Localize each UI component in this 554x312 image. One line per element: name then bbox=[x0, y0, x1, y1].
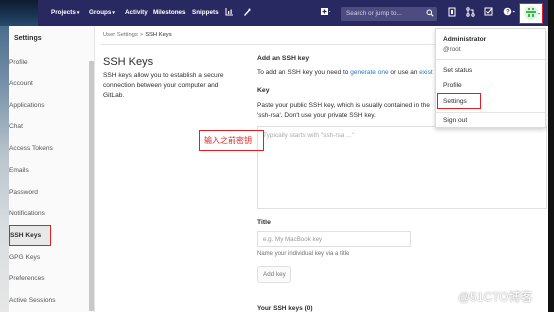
help-icon[interactable]: ? bbox=[503, 7, 516, 20]
menu-item-set-status[interactable]: Set status bbox=[443, 67, 472, 74]
sidebar-item-account[interactable]: Account bbox=[9, 73, 89, 94]
wrench-icon[interactable] bbox=[243, 7, 252, 20]
background-photo-strip bbox=[0, 0, 38, 26]
plus-square-icon[interactable] bbox=[320, 7, 331, 20]
title-help-text: Name your individual key via a title bbox=[257, 251, 350, 257]
key-placeholder: Typically starts with "ssh-rsa ..." bbox=[263, 132, 354, 139]
sidebar-item-label: Account bbox=[9, 80, 33, 87]
divider bbox=[436, 59, 545, 60]
menu-item-settings[interactable]: Settings bbox=[443, 98, 467, 105]
top-navbar: Projects▾ Groups▾ Activity Milestones Sn… bbox=[0, 0, 554, 26]
add-ssh-key-heading: Add an SSH key bbox=[257, 55, 310, 62]
sidebar-item-label: Profile bbox=[9, 59, 28, 66]
sidebar-item-preferences[interactable]: Preferences bbox=[9, 268, 89, 289]
sidebar-item-label: Access Tokens bbox=[9, 145, 53, 152]
avatar bbox=[524, 6, 538, 20]
key-textarea[interactable]: Typically starts with "ssh-rsa ..." bbox=[257, 126, 547, 209]
chevron-down-icon: ▾ bbox=[76, 10, 80, 16]
sidebar-item-emails[interactable]: Emails bbox=[9, 160, 89, 181]
sidebar-item-password[interactable]: Password bbox=[9, 182, 89, 203]
add-ssh-key-intro: To add an SSH key you need to generate o… bbox=[257, 69, 433, 76]
breadcrumb-parent-link[interactable]: User Settings bbox=[103, 32, 138, 38]
page-title: SSH Keys bbox=[103, 56, 154, 68]
key-label: Key bbox=[257, 87, 270, 94]
sidebar-header: Settings bbox=[14, 35, 42, 42]
issues-icon[interactable] bbox=[448, 7, 456, 20]
title-input[interactable]: e.g. My MacBook key bbox=[257, 231, 411, 247]
menu-item-profile[interactable]: Profile bbox=[443, 82, 462, 89]
nav-groups-label: Groups bbox=[89, 9, 112, 16]
sidebar-item-label: GPG Keys bbox=[9, 254, 41, 261]
sidebar-item-gpg-keys[interactable]: GPG Keys bbox=[9, 247, 89, 268]
annotation-text: 输入之前密钥 bbox=[204, 136, 252, 145]
sidebar-item-profile[interactable]: Profile bbox=[9, 52, 89, 73]
chart-icon[interactable] bbox=[225, 7, 234, 19]
sidebar-item-label: Chat bbox=[9, 123, 23, 130]
chevron-down-icon: ▾ bbox=[538, 11, 541, 16]
sidebar-item-ssh-keys[interactable]: SSH Keys bbox=[9, 225, 51, 246]
title-label: Title bbox=[257, 219, 271, 226]
sidebar-item-label: Emails bbox=[9, 167, 29, 174]
user-avatar-button[interactable]: ▾ bbox=[519, 3, 543, 24]
sidebar-item-notifications[interactable]: Notifications bbox=[9, 203, 89, 224]
key-help-text: Paste your public SSH key, which is usua… bbox=[257, 102, 430, 119]
background-photo-strip bbox=[0, 26, 9, 312]
sidebar-item-access-tokens[interactable]: Access Tokens bbox=[9, 138, 89, 159]
search-icon bbox=[426, 9, 434, 19]
nav-snippets[interactable]: Snippets bbox=[192, 9, 219, 16]
sidebar-item-active-sessions[interactable]: Active Sessions bbox=[9, 290, 89, 311]
search-input[interactable]: Search or jump to... bbox=[341, 7, 437, 21]
sidebar-item-label: Applications bbox=[9, 102, 45, 109]
breadcrumb-current: SSH Keys bbox=[145, 32, 172, 38]
your-ssh-keys-heading: Your SSH keys (0) bbox=[257, 305, 313, 312]
user-dropdown-menu: Administrator @root Set status Profile S… bbox=[435, 28, 546, 128]
sidebar-item-label: Active Sessions bbox=[9, 297, 56, 304]
sidebar-item-chat[interactable]: Chat bbox=[9, 116, 89, 137]
sidebar-item-applications[interactable]: Applications bbox=[9, 95, 89, 116]
nav-projects-label: Projects bbox=[51, 9, 76, 16]
title-placeholder: e.g. My MacBook key bbox=[263, 236, 323, 243]
sidebar-item-label: Preferences bbox=[9, 275, 45, 282]
menu-item-sign-out[interactable]: Sign out bbox=[443, 117, 467, 124]
watermark: @51CTO博客 bbox=[458, 290, 533, 304]
nav-activity[interactable]: Activity bbox=[125, 9, 148, 16]
settings-sidebar: Settings Profile Account Applications Ch… bbox=[0, 26, 95, 312]
generate-one-link[interactable]: generate one bbox=[350, 69, 388, 76]
breadcrumb-separator: > bbox=[139, 32, 144, 38]
intro-text: or use an bbox=[390, 69, 418, 76]
todo-check-icon[interactable] bbox=[484, 7, 493, 20]
svg-text:?: ? bbox=[506, 10, 510, 16]
nav-projects[interactable]: Projects▾ bbox=[51, 9, 79, 16]
chevron-down-icon: ▾ bbox=[112, 10, 115, 16]
annotation-callout: 输入之前密钥 bbox=[199, 130, 264, 151]
nav-milestones[interactable]: Milestones bbox=[153, 9, 186, 16]
add-key-button-label: Add key bbox=[263, 271, 286, 278]
search-placeholder: Search or jump to... bbox=[346, 10, 402, 17]
add-key-button[interactable]: Add key bbox=[257, 266, 291, 283]
sidebar-item-label: SSH Keys bbox=[10, 232, 42, 239]
dropdown-user-name: Administrator bbox=[443, 36, 487, 43]
breadcrumb: User Settings > SSH Keys bbox=[103, 32, 172, 38]
sidebar-scrollbar[interactable] bbox=[89, 61, 94, 311]
nav-groups[interactable]: Groups▾ bbox=[89, 9, 115, 16]
divider bbox=[436, 112, 545, 113]
merge-request-icon[interactable] bbox=[466, 7, 475, 20]
sidebar-item-label: Password bbox=[9, 189, 38, 196]
existing-key-link[interactable]: exist bbox=[419, 69, 432, 76]
intro-text: To add an SSH key you need to bbox=[257, 69, 349, 76]
page-description: SSH keys allow you to establish a secure… bbox=[103, 72, 224, 99]
dropdown-username: @root bbox=[443, 46, 461, 53]
background-strip bbox=[548, 0, 554, 312]
sidebar-item-label: Notifications bbox=[9, 210, 45, 217]
